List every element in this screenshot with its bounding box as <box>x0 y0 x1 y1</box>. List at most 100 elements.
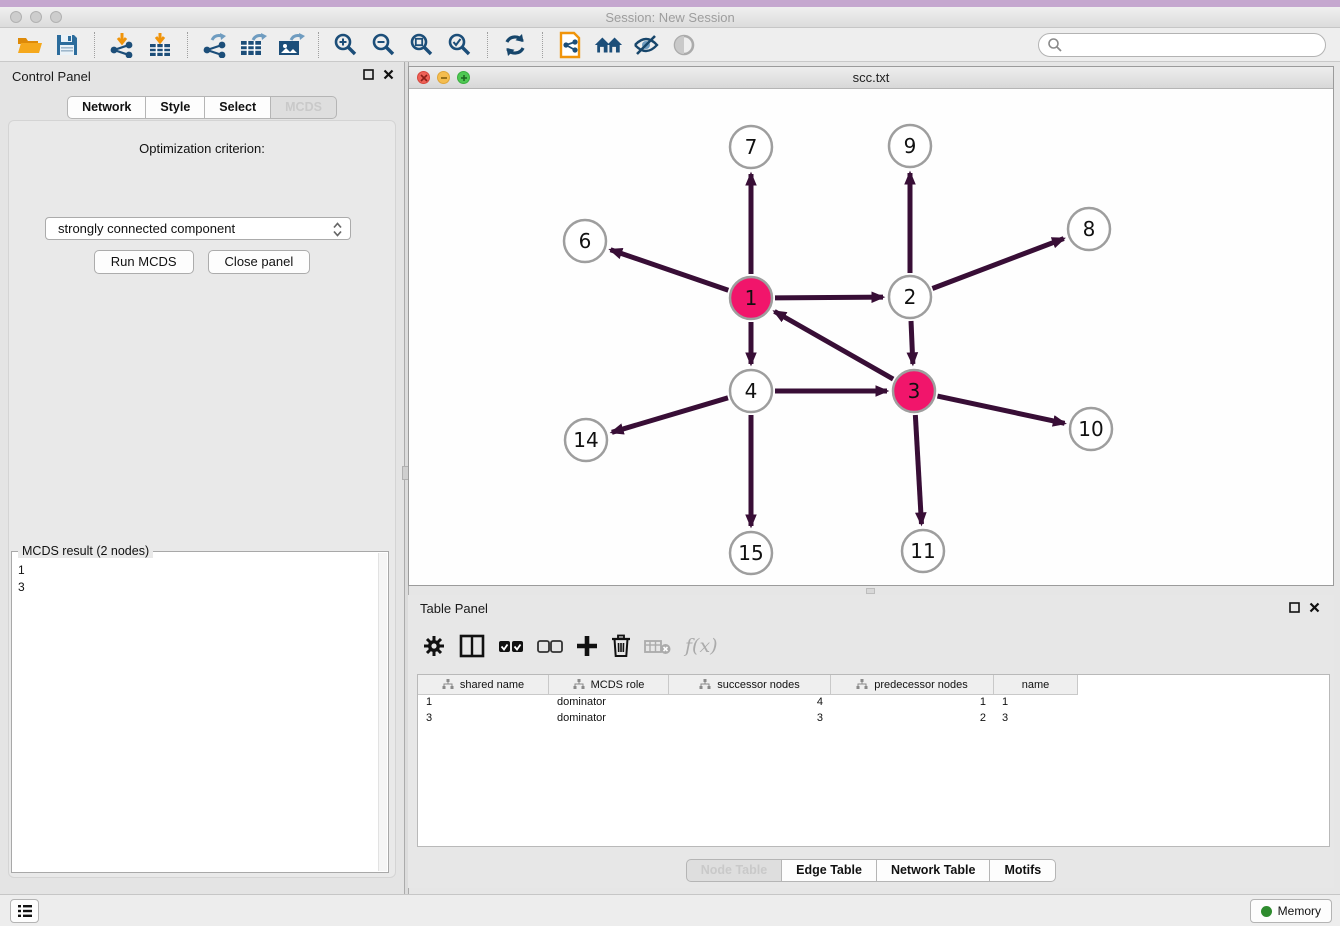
tab-network[interactable]: Network <box>67 96 146 119</box>
add-row-icon[interactable] <box>576 635 598 657</box>
zoom-out-icon[interactable] <box>369 31 399 59</box>
column-label: name <box>1022 679 1050 691</box>
edge-2-8[interactable] <box>932 239 1063 289</box>
node-10[interactable]: 10 <box>1070 408 1112 450</box>
tab-network-table[interactable]: Network Table <box>877 859 991 882</box>
visibility-icon[interactable] <box>669 31 699 59</box>
result-scrollbar[interactable] <box>378 553 387 871</box>
select-all-checks-icon[interactable] <box>498 636 524 656</box>
delete-row-icon[interactable] <box>611 634 631 658</box>
function-builder-icon[interactable]: f(x) <box>685 635 718 657</box>
table-row[interactable]: 1dominator411 <box>418 695 1329 711</box>
zoom-selected-icon[interactable] <box>445 31 475 59</box>
table-cell[interactable]: 1 <box>831 695 994 711</box>
node-1[interactable]: 1 <box>730 277 772 319</box>
node-14[interactable]: 14 <box>565 419 607 461</box>
search-field[interactable] <box>1038 33 1326 57</box>
node-table[interactable]: shared name MCDS rolesuccessor nodesprede… <box>417 674 1330 847</box>
column-header-successor-nodes[interactable]: successor nodes <box>669 675 831 695</box>
table-cell[interactable]: 4 <box>669 695 831 711</box>
table-body[interactable]: 1dominator4113dominator323 <box>418 695 1329 727</box>
mcds-result-box: MCDS result (2 nodes) 1 3 <box>11 551 389 873</box>
tab-motifs[interactable]: Motifs <box>990 859 1056 882</box>
float-panel-icon[interactable] <box>363 69 374 80</box>
column-header-predecessor-nodes[interactable]: predecessor nodes <box>831 675 994 695</box>
tab-select[interactable]: Select <box>205 96 271 119</box>
table-cell[interactable]: 3 <box>418 711 549 727</box>
zoom-in-icon[interactable] <box>331 31 361 59</box>
import-network-icon[interactable] <box>107 31 137 59</box>
optimization-criterion-select[interactable]: strongly connected component <box>45 217 351 240</box>
horizontal-splitter[interactable] <box>409 586 1340 595</box>
tree-icon <box>856 679 868 690</box>
visibility-off-icon[interactable] <box>631 31 661 59</box>
table-panel: Table Panel f(x) shared nameMCDS rolesuc… <box>408 595 1334 888</box>
node-3[interactable]: 3 <box>893 370 935 412</box>
table-cell[interactable]: 1 <box>418 695 549 711</box>
delete-table-icon[interactable] <box>644 636 672 656</box>
edge-3-11[interactable] <box>915 415 921 524</box>
table-header[interactable]: shared name MCDS rolesuccessor nodesprede… <box>418 675 1329 695</box>
save-session-icon[interactable] <box>52 31 82 59</box>
svg-text:6: 6 <box>579 229 592 253</box>
refresh-layout-icon[interactable] <box>500 31 530 59</box>
network-canvas[interactable]: 1 2 3 4 6 7 8 9 10 11 14 15 <box>409 89 1333 585</box>
tab-node-table[interactable]: Node Table <box>686 859 782 882</box>
table-cell[interactable]: 3 <box>994 711 1078 727</box>
node-4[interactable]: 4 <box>730 370 772 412</box>
table-cell[interactable]: 2 <box>831 711 994 727</box>
close-panel-button[interactable]: Close panel <box>208 250 311 274</box>
edge-1-2[interactable] <box>775 297 883 298</box>
splitter-grip[interactable] <box>866 588 875 594</box>
export-table-icon[interactable] <box>238 31 268 59</box>
column-header-name[interactable]: name <box>994 675 1078 695</box>
node-11[interactable]: 11 <box>902 530 944 572</box>
svg-text:3: 3 <box>908 379 921 403</box>
table-cell[interactable]: dominator <box>549 695 669 711</box>
table-toolbar: f(x) <box>422 631 718 661</box>
svg-text:14: 14 <box>573 428 598 452</box>
node-2[interactable]: 2 <box>889 276 931 318</box>
table-settings-icon[interactable] <box>422 634 446 658</box>
node-15[interactable]: 15 <box>730 532 772 574</box>
edge-3-1[interactable] <box>774 311 893 379</box>
export-network-icon[interactable] <box>200 31 230 59</box>
task-history-button[interactable] <box>10 899 39 923</box>
close-panel-icon[interactable] <box>383 69 394 80</box>
edge-1-6[interactable] <box>611 250 729 290</box>
tab-style[interactable]: Style <box>146 96 205 119</box>
home-icon[interactable] <box>593 31 623 59</box>
node-7[interactable]: 7 <box>730 126 772 168</box>
network-document-icon[interactable] <box>555 31 585 59</box>
edge-2-3[interactable] <box>911 321 913 364</box>
table-row[interactable]: 3dominator323 <box>418 711 1329 727</box>
column-browser-icon[interactable] <box>459 634 485 658</box>
import-table-icon[interactable] <box>145 31 175 59</box>
zoom-fit-icon[interactable] <box>407 31 437 59</box>
mcds-result-text[interactable]: 1 3 <box>18 562 378 870</box>
column-label: shared name <box>460 679 524 691</box>
run-mcds-button[interactable]: Run MCDS <box>94 250 194 274</box>
network-window-titlebar[interactable]: scc.txt <box>409 67 1333 89</box>
node-9[interactable]: 9 <box>889 125 931 167</box>
close-panel-icon[interactable] <box>1309 602 1320 613</box>
open-session-icon[interactable] <box>14 31 44 59</box>
memory-button[interactable]: Memory <box>1250 899 1332 923</box>
table-cell[interactable]: 1 <box>994 695 1078 711</box>
tab-mcds[interactable]: MCDS <box>271 96 337 119</box>
float-panel-icon[interactable] <box>1289 602 1300 613</box>
edge-3-10[interactable] <box>937 396 1064 423</box>
edge-4-14[interactable] <box>612 398 728 432</box>
control-panel-title: Control Panel <box>12 69 91 84</box>
tab-edge-table[interactable]: Edge Table <box>782 859 877 882</box>
node-8[interactable]: 8 <box>1068 208 1110 250</box>
table-cell[interactable]: 3 <box>669 711 831 727</box>
column-header-shared-name[interactable]: shared name <box>418 675 549 695</box>
deselect-all-checks-icon[interactable] <box>537 636 563 656</box>
search-input[interactable] <box>1063 35 1325 55</box>
app-titlebar: Session: New Session <box>0 7 1340 28</box>
table-cell[interactable]: dominator <box>549 711 669 727</box>
export-image-icon[interactable] <box>276 31 306 59</box>
column-header-MCDS-role[interactable]: MCDS role <box>549 675 669 695</box>
node-6[interactable]: 6 <box>564 220 606 262</box>
